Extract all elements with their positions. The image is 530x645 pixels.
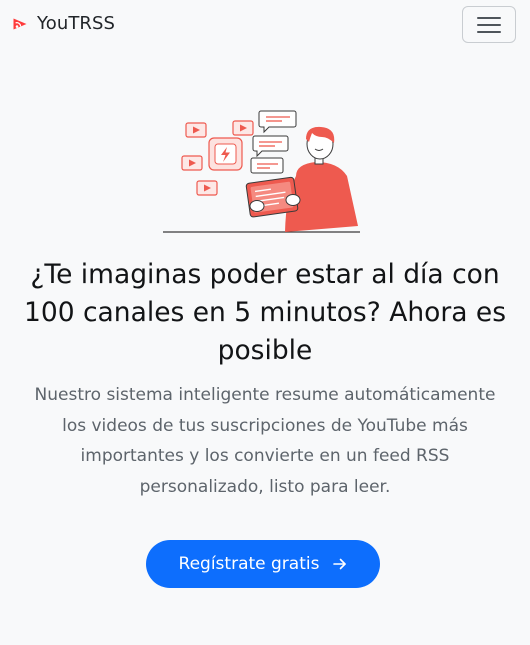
arrow-right-icon [333, 558, 347, 570]
youtube-rss-logo-icon [12, 16, 28, 32]
hero-title: ¿Te imaginas poder estar al día con 100 … [23, 259, 507, 366]
menu-toggle-button[interactable] [462, 6, 516, 43]
hero-description: Nuestro sistema inteligente resume autom… [34, 385, 496, 497]
navbar: YouTRSS [0, 0, 530, 50]
signup-free-button[interactable]: Regístrate gratis [146, 540, 380, 588]
person-reading-video-summaries-illustration [160, 106, 362, 234]
cta-label: Regístrate gratis [178, 554, 320, 574]
brand-name: YouTRSS [37, 13, 116, 34]
hamburger-menu-icon [476, 15, 502, 35]
brand-link[interactable]: YouTRSS [12, 13, 115, 34]
